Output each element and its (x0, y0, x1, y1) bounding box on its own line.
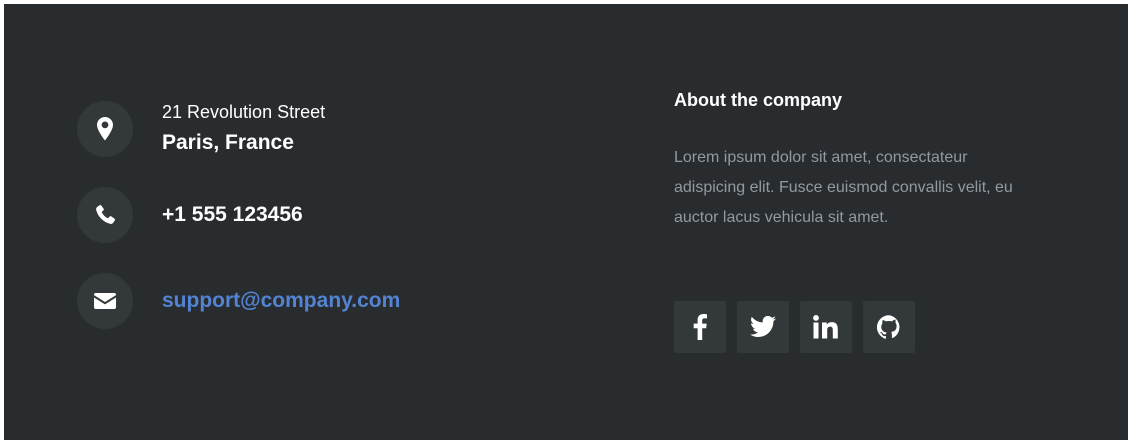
linkedin-icon (813, 315, 839, 339)
phone-row: +1 555 123456 (77, 187, 303, 243)
twitter-icon (750, 316, 776, 338)
about-title: About the company (674, 90, 843, 110)
phone-icon (77, 187, 133, 243)
linkedin-button[interactable] (800, 301, 852, 353)
email-text: support@company.com (162, 289, 400, 313)
facebook-button[interactable] (674, 301, 726, 353)
footer: 21 Revolution Street Paris, France +1 55… (4, 4, 1128, 440)
phone-number[interactable]: +1 555 123456 (162, 203, 303, 227)
address-row: 21 Revolution Street Paris, France (77, 101, 325, 157)
github-button[interactable] (863, 301, 915, 353)
twitter-button[interactable] (737, 301, 789, 353)
facebook-icon (693, 314, 707, 340)
email-row: support@company.com (77, 273, 400, 329)
about-text: Lorem ipsum dolor sit amet, consectateur… (674, 149, 1013, 226)
envelope-icon (77, 273, 133, 329)
email-link[interactable]: support@company.com (162, 289, 400, 312)
address-text: 21 Revolution Street Paris, France (162, 101, 325, 157)
address-city: Paris, France (162, 131, 294, 154)
map-marker-icon (77, 101, 133, 157)
github-icon (877, 315, 901, 339)
phone-text: +1 555 123456 (162, 203, 303, 227)
address-street: 21 Revolution Street (162, 102, 326, 122)
about-section: About the company Lorem ipsum dolor sit … (674, 88, 1019, 233)
social-links (674, 301, 915, 353)
